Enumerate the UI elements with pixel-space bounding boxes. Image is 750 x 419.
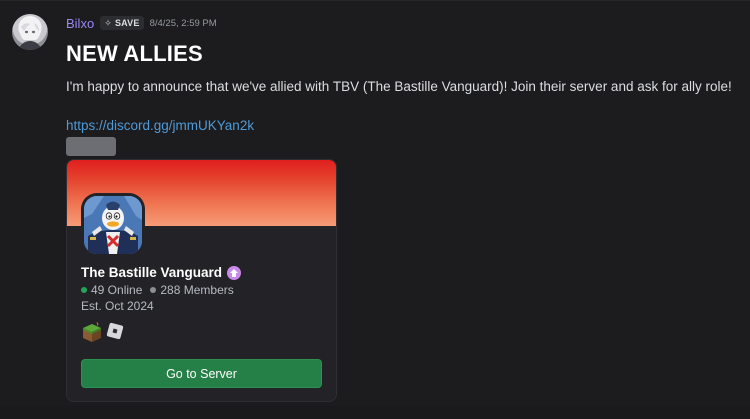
server-name[interactable]: The Bastille Vanguard [81,265,222,280]
message-header: Bilxo ✧ SAVE 8/4/25, 2:59 PM [66,14,217,32]
avatar-image [18,18,42,50]
server-invite-card: The Bastille Vanguard 49 Online 288 Memb… [66,159,337,402]
sparkle-icon: ✧ [104,17,112,28]
chat-message: Bilxo ✧ SAVE 8/4/25, 2:59 PM NEW ALLIES … [0,0,750,419]
game-icons [81,321,125,342]
bottom-strip [0,406,750,419]
invite-link[interactable]: https://discord.gg/jmmUKYan2k [66,118,254,133]
online-count: 49 Online [91,283,143,297]
server-icon-image [84,196,142,254]
avatar[interactable] [12,14,48,50]
author-name[interactable]: Bilxo [66,16,94,31]
go-to-server-button[interactable]: Go to Server [81,359,322,388]
members-dot-icon [150,287,157,293]
server-boost-badge-icon [227,265,242,280]
online-dot-icon [81,287,87,293]
roblox-icon [105,321,125,341]
server-name-row: The Bastille Vanguard [81,265,242,280]
message-body: I'm happy to announce that we've allied … [66,79,732,94]
timestamp: 8/4/25, 2:59 PM [149,17,217,29]
server-stats: 49 Online 288 Members [81,283,234,297]
minecraft-icon [81,321,101,342]
server-icon[interactable] [81,193,145,257]
server-tag-label: SAVE [114,18,140,28]
spoiler-block[interactable] [66,137,116,156]
member-count: 288 Members [160,283,234,297]
established-date: Est. Oct 2024 [81,299,154,313]
server-tag[interactable]: ✧ SAVE [100,16,144,30]
message-title: NEW ALLIES [66,41,203,66]
